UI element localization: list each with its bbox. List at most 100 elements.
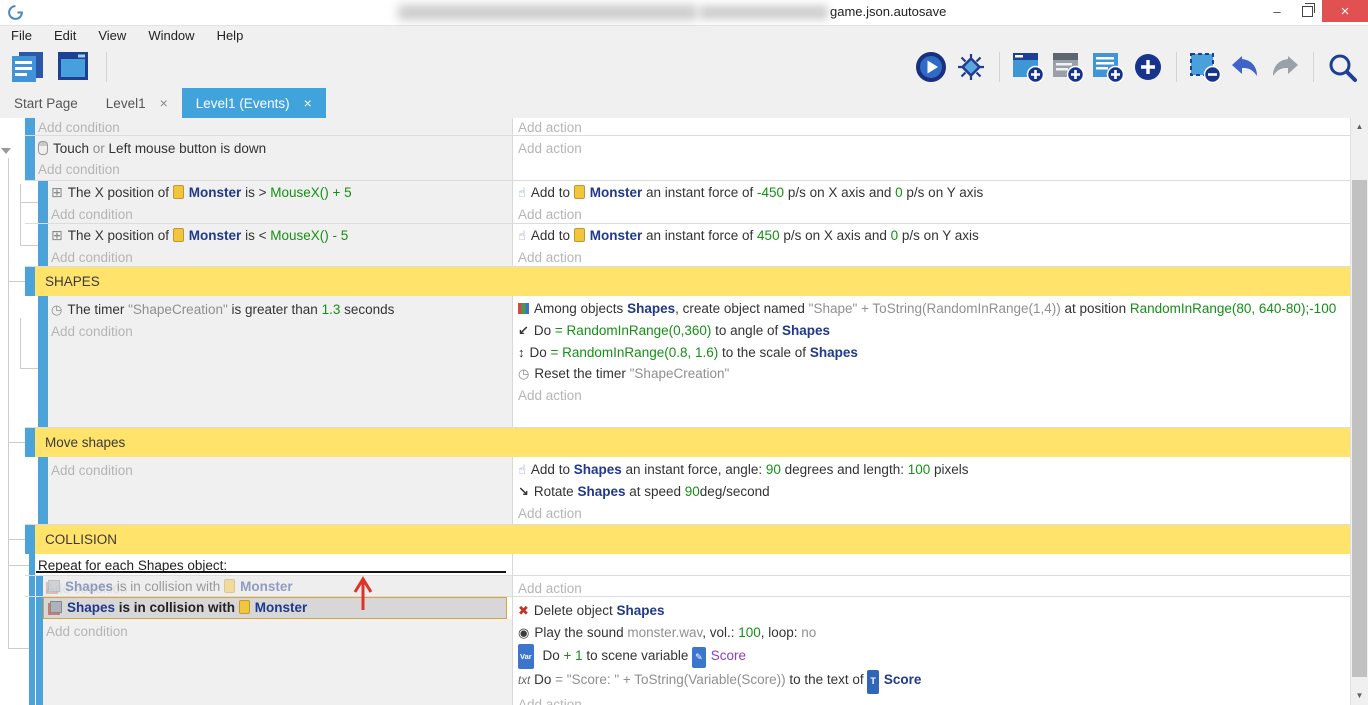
add-action-link[interactable]: Add action	[518, 503, 1344, 525]
add-action-link[interactable]: Add action	[518, 578, 582, 600]
tab-level1[interactable]: Level1×	[92, 88, 182, 118]
restore-button[interactable]	[1292, 0, 1322, 22]
text-segment: to the scale of	[718, 345, 810, 360]
tab-close-icon[interactable]: ×	[304, 95, 312, 111]
text-segment: p/s on Y axis	[898, 228, 979, 243]
event-bar[interactable]	[25, 136, 35, 180]
drag-ghost-condition: Shapes is in collision with Monster	[45, 576, 293, 598]
hand-icon: ☝	[518, 182, 526, 204]
start-page-icon[interactable]	[56, 50, 92, 84]
toolbar-separator	[999, 52, 1000, 82]
add-condition-link[interactable]: Add condition	[38, 159, 120, 181]
tab-start-page[interactable]: Start Page	[0, 88, 92, 118]
preview-play-icon[interactable]	[915, 51, 947, 83]
minimize-button[interactable]: –	[1262, 0, 1292, 22]
text-segment: Play the sound	[534, 625, 627, 640]
scrollbar-thumb[interactable]	[1352, 180, 1367, 677]
menu-help[interactable]: Help	[206, 28, 255, 43]
group-bar[interactable]	[25, 525, 35, 554]
scroll-up-icon[interactable]: ▲	[1351, 122, 1368, 131]
monster-icon	[239, 600, 250, 614]
group-header-shapes[interactable]: SHAPES	[35, 267, 1351, 296]
text-segment: to scene variable	[583, 648, 693, 663]
event-bar[interactable]	[38, 457, 48, 524]
add-condition-link[interactable]: Add condition	[38, 117, 120, 139]
add-subevent-icon[interactable]	[1052, 51, 1084, 83]
title-bar: game.json.autosave – ×	[0, 0, 1368, 26]
text-segment: The X position of	[68, 185, 173, 200]
event-action[interactable]: ✖Delete object Shapes	[518, 600, 1344, 622]
event-condition[interactable]: ◷The timer "ShapeCreation" is greater th…	[51, 299, 394, 321]
event-action[interactable]: ☝Add to Monster an instant force of 450 …	[518, 225, 979, 247]
debug-icon[interactable]	[955, 51, 987, 83]
redo-icon[interactable]	[1269, 51, 1301, 83]
text-segment: p/s on X axis and	[784, 185, 895, 200]
add-condition-link[interactable]: Add condition	[51, 321, 133, 343]
add-action-link[interactable]: Add action	[518, 694, 1344, 705]
add-comment-icon[interactable]	[1092, 51, 1124, 83]
text-segment: 90	[766, 462, 781, 477]
group-bar[interactable]	[25, 428, 35, 457]
vertical-scrollbar[interactable]: ▲ ▼	[1350, 118, 1368, 705]
add-condition-link[interactable]: Add condition	[51, 247, 133, 269]
add-action-link[interactable]: Add action	[518, 117, 582, 139]
tab-level1-events[interactable]: Level1 (Events)×	[182, 88, 326, 118]
event-action[interactable]: ☝Add to Shapes an instant force, angle: …	[518, 459, 1344, 481]
add-action-link[interactable]: Add action	[518, 204, 582, 226]
event-action[interactable]: txtDo = "Score: " + ToString(Variable(Sc…	[518, 669, 1344, 694]
add-action-link[interactable]: Add action	[518, 138, 582, 160]
scroll-down-icon[interactable]: ▼	[1351, 691, 1368, 700]
action-list: ☝Add to Shapes an instant force, angle: …	[518, 459, 1344, 524]
undo-icon[interactable]	[1229, 51, 1261, 83]
event-action[interactable]: ◷Reset the timer "ShapeCreation"	[518, 363, 1344, 385]
collapse-caret-icon[interactable]	[1, 148, 11, 154]
add-condition-link[interactable]: Add condition	[46, 621, 128, 643]
event-condition[interactable]: Touch or Left mouse button is down	[38, 138, 266, 160]
redacted-title-text	[398, 5, 698, 20]
add-action-link[interactable]: Add action	[518, 385, 1344, 407]
add-action-link[interactable]: Add action	[518, 247, 582, 269]
text-segment: Do	[534, 323, 555, 338]
menu-file[interactable]: File	[0, 28, 43, 43]
event-action[interactable]: ☝Add to Monster an instant force of -450…	[518, 182, 983, 204]
monster-icon	[574, 228, 585, 242]
event-bar[interactable]	[29, 554, 35, 705]
search-icon[interactable]	[1326, 51, 1358, 83]
event-action[interactable]: Var Do + 1 to scene variable ✎Score	[518, 644, 1344, 670]
project-manager-icon[interactable]	[10, 50, 46, 84]
text-segment: = RandomInRange(0,360)	[555, 323, 711, 338]
group-bar[interactable]	[25, 267, 35, 296]
event-action[interactable]: ↙Do = RandomInRange(0,360) to angle of S…	[518, 320, 1344, 342]
add-condition-link[interactable]: Add condition	[51, 204, 133, 226]
group-header-move-shapes[interactable]: Move shapes	[35, 428, 1351, 457]
event-bar[interactable]	[38, 296, 48, 427]
selected-event-condition[interactable]: Shapes is in collision with Monster	[43, 597, 507, 619]
xpos-icon: ⊞	[51, 182, 63, 204]
text-segment: 100	[738, 625, 761, 640]
event-condition[interactable]: ⊞The X position of Monster is > MouseX()…	[51, 182, 352, 204]
text-segment: Left mouse button is down	[105, 141, 266, 156]
event-bar[interactable]	[38, 181, 48, 223]
delete-event-icon[interactable]	[1189, 51, 1221, 83]
group-header-collision[interactable]: COLLISION	[35, 525, 1351, 554]
add-other-event-icon[interactable]	[1132, 51, 1164, 83]
menu-window[interactable]: Window	[137, 28, 205, 43]
event-action[interactable]: ↘Rotate Shapes at speed 90deg/second	[518, 481, 1344, 503]
repeat-event-label[interactable]: Repeat for each Shapes object:	[38, 555, 227, 577]
event-condition[interactable]: ⊞The X position of Monster is < MouseX()…	[51, 225, 348, 247]
tab-bar: Start Page Level1× Level1 (Events)×	[0, 88, 1368, 118]
add-event-icon[interactable]	[1012, 51, 1044, 83]
event-action[interactable]: Among objects Shapes, create object name…	[518, 298, 1344, 320]
monster-icon	[173, 228, 184, 242]
tab-close-icon[interactable]: ×	[160, 95, 168, 111]
event-action[interactable]: ◉Play the sound monster.wav, vol.: 100, …	[518, 622, 1344, 644]
close-button[interactable]: ×	[1322, 0, 1368, 22]
menu-view[interactable]: View	[87, 28, 137, 43]
event-bar[interactable]	[38, 224, 48, 266]
add-condition-link[interactable]: Add condition	[51, 460, 133, 482]
menu-edit[interactable]: Edit	[43, 28, 87, 43]
event-action[interactable]: ↕Do = RandomInRange(0.8, 1.6) to the sca…	[518, 342, 1344, 364]
text-segment: or	[93, 141, 105, 156]
rotate-icon: ↘	[518, 481, 529, 503]
event-bar[interactable]	[25, 118, 35, 135]
